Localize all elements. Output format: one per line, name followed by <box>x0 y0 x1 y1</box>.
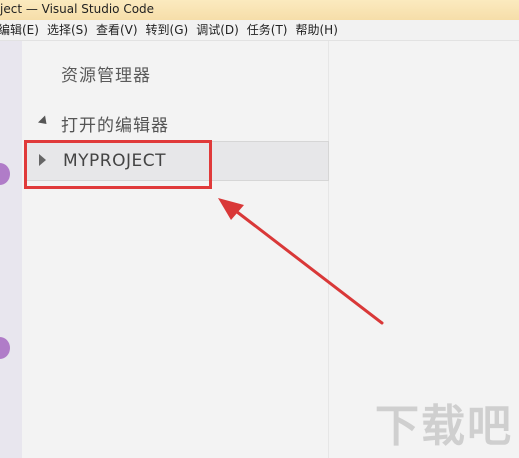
watermark: 下载吧 <box>375 401 513 452</box>
